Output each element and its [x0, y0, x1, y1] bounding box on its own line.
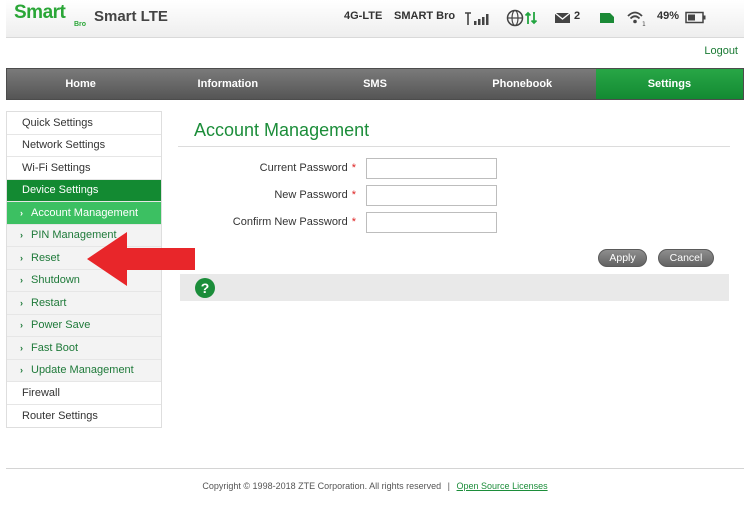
tab-settings[interactable]: Settings — [595, 69, 744, 99]
sidebar-subitem-fast-boot[interactable]: › Fast Boot — [7, 337, 161, 360]
sms-envelope-icon[interactable] — [554, 12, 572, 24]
sidebar-subitem-label: Shutdown — [31, 274, 80, 287]
chevron-right-icon: › — [20, 342, 23, 353]
sidebar-subitem-label: Power Save — [31, 319, 91, 332]
logo-text: Smart — [14, 2, 66, 23]
main-nav: Home Information SMS Phonebook Settings — [6, 68, 744, 100]
chevron-right-icon: › — [20, 207, 23, 218]
svg-text:1: 1 — [642, 21, 646, 27]
wifi-icon: 1 — [627, 11, 646, 27]
chevron-right-icon: › — [20, 252, 23, 263]
required-mark: * — [351, 189, 356, 201]
confirm-password-label: Confirm New Password * — [233, 216, 356, 228]
sidebar-subitem-label: Restart — [31, 296, 67, 309]
smart-logo: Smart Bro — [14, 2, 88, 32]
top-header: Smart Bro Smart LTE 4G-LTE SMART Bro 2 1… — [6, 0, 744, 38]
apply-button[interactable]: Apply — [598, 249, 647, 267]
required-mark: * — [351, 162, 356, 174]
new-password-label-text: New Password — [274, 189, 348, 201]
battery-icon — [685, 11, 706, 24]
sidebar-item-firewall[interactable]: Firewall — [7, 382, 161, 405]
tab-phonebook[interactable]: Phonebook — [449, 69, 596, 99]
sidebar-item-quick-settings[interactable]: Quick Settings — [7, 112, 161, 135]
current-password-label: Current Password * — [260, 162, 356, 174]
current-password-field[interactable] — [366, 158, 497, 179]
help-icon[interactable]: ? — [195, 278, 215, 298]
tab-home[interactable]: Home — [7, 69, 154, 99]
sidebar-subitem-update-management[interactable]: › Update Management — [7, 359, 161, 382]
open-source-licenses-link[interactable]: Open Source Licenses — [457, 481, 548, 491]
sidebar-item-router-settings[interactable]: Router Settings — [7, 404, 161, 427]
sidebar-item-wifi-settings[interactable]: Wi-Fi Settings — [7, 157, 161, 180]
help-bar: ? — [180, 274, 729, 301]
footer-divider — [6, 468, 744, 469]
carrier-name: SMART Bro — [394, 10, 456, 22]
page-title: Account Management — [194, 120, 370, 140]
confirm-password-field[interactable] — [366, 212, 497, 233]
sidebar-subitem-account-management[interactable]: › Account Management — [7, 202, 161, 225]
chevron-right-icon: › — [20, 297, 23, 308]
sidebar-subitem-label: Fast Boot — [31, 341, 79, 354]
internet-connected-icon — [506, 9, 538, 27]
chevron-right-icon: › — [20, 320, 23, 331]
product-name: Smart LTE — [94, 8, 168, 25]
logout-link[interactable]: Logout — [704, 45, 738, 57]
signal-strength-icon — [465, 12, 489, 25]
sidebar-item-network-settings[interactable]: Network Settings — [7, 134, 161, 157]
sidebar-subitem-label: Update Management — [31, 364, 134, 377]
current-password-label-text: Current Password — [259, 162, 348, 174]
chevron-right-icon: › — [20, 230, 23, 241]
current-password-row: Current Password * — [178, 158, 578, 180]
sidebar-subitem-restart[interactable]: › Restart — [7, 292, 161, 315]
sidebar-subitem-label: Account Management — [31, 206, 139, 219]
confirm-password-label-text: Confirm New Password — [232, 216, 348, 228]
sms-count: 2 — [574, 10, 581, 22]
battery-percent: 49% — [657, 10, 680, 22]
copyright-text: Copyright © 1998-2018 ZTE Corporation. A… — [202, 481, 442, 491]
new-password-label: New Password * — [274, 189, 356, 201]
footer: Copyright © 1998-2018 ZTE Corporation. A… — [0, 481, 750, 491]
new-password-row: New Password * — [178, 185, 578, 207]
tab-sms[interactable]: SMS — [301, 69, 448, 99]
chevron-right-icon: › — [20, 275, 23, 286]
chevron-right-icon: › — [20, 365, 23, 376]
required-mark: * — [351, 216, 356, 228]
sim-card-icon — [600, 13, 614, 23]
logo-subtext: Bro — [74, 21, 87, 28]
footer-separator: | — [447, 481, 451, 491]
title-divider — [178, 146, 730, 147]
sidebar-subitem-label: Reset — [31, 251, 60, 264]
new-password-field[interactable] — [366, 185, 497, 206]
sidebar-item-device-settings[interactable]: Device Settings — [7, 179, 161, 202]
confirm-password-row: Confirm New Password * — [178, 212, 578, 234]
sidebar-subitem-power-save[interactable]: › Power Save — [7, 314, 161, 337]
network-type: 4G-LTE — [344, 10, 383, 22]
cancel-button[interactable]: Cancel — [658, 249, 714, 267]
tab-information[interactable]: Information — [154, 69, 301, 99]
